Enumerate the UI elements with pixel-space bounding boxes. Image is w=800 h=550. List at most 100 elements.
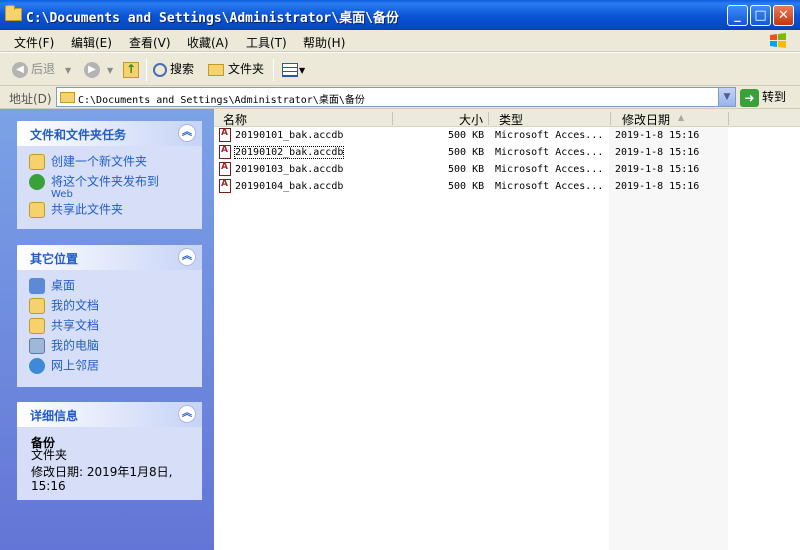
forward-arrow-icon: ▶ bbox=[84, 61, 100, 78]
shared-documents-icon bbox=[29, 318, 45, 334]
place-my-computer[interactable]: 我的电脑 bbox=[29, 338, 99, 354]
file-size: 500 KB bbox=[448, 147, 485, 158]
file-row[interactable]: 20190102_bak.accdb 500 KB Microsoft Acce… bbox=[214, 144, 800, 161]
panel-title: 详细信息 bbox=[30, 409, 79, 423]
my-computer-icon bbox=[29, 338, 45, 354]
panel-header[interactable]: 文件和文件夹任务 ︽ bbox=[17, 121, 202, 146]
access-file-icon bbox=[219, 162, 231, 176]
access-file-icon bbox=[219, 179, 231, 193]
new-folder-icon bbox=[29, 154, 45, 170]
close-button[interactable]: ✕ bbox=[773, 5, 794, 26]
menu-favorites[interactable]: 收藏(A) bbox=[187, 34, 229, 51]
panel-title: 其它位置 bbox=[30, 252, 79, 266]
file-name: 20190102_bak.accdb bbox=[233, 146, 345, 159]
access-file-icon bbox=[219, 145, 231, 159]
share-folder-icon bbox=[29, 202, 45, 218]
go-button[interactable]: ➜ 转到 bbox=[740, 88, 786, 107]
file-modified: 2019-1-8 15:16 bbox=[615, 130, 700, 141]
file-modified: 2019-1-8 15:16 bbox=[615, 147, 700, 158]
menu-bar: 文件(F) 编辑(E) 查看(V) 收藏(A) 工具(T) 帮助(H) bbox=[0, 30, 800, 52]
views-dropdown-icon: ▼ bbox=[299, 66, 306, 75]
up-folder-icon: ↑ bbox=[123, 62, 139, 78]
back-button[interactable]: ◀ 后退 ▼ bbox=[12, 60, 71, 80]
column-name[interactable]: 名称 bbox=[223, 111, 247, 128]
file-row[interactable]: 20190104_bak.accdb 500 KB Microsoft Acce… bbox=[214, 178, 800, 195]
file-list: 名称 大小 类型 修改日期 ▲ 20190101_bak.accdb 500 K… bbox=[214, 109, 800, 550]
go-label: 转到 bbox=[762, 90, 787, 104]
views-button[interactable]: ▼ bbox=[282, 60, 305, 80]
menu-help[interactable]: 帮助(H) bbox=[303, 34, 345, 51]
file-row[interactable]: 20190103_bak.accdb 500 KB Microsoft Acce… bbox=[214, 161, 800, 178]
address-path: C:\Documents and Settings\Administrator\… bbox=[78, 95, 365, 106]
details-panel: 详细信息 ︽ 备份 文件夹 修改日期: 2019年1月8日, 15:16 bbox=[17, 402, 202, 500]
address-dropdown-icon[interactable]: ▼ bbox=[718, 88, 735, 106]
column-size[interactable]: 大小 bbox=[459, 111, 483, 128]
file-size: 500 KB bbox=[448, 130, 485, 141]
file-row[interactable]: 20190101_bak.accdb 500 KB Microsoft Acce… bbox=[214, 127, 800, 144]
column-separator[interactable] bbox=[392, 112, 393, 125]
toolbar: ◀ 后退 ▼ ▶ ▼ ↑ 搜索 文件夹 ▼ bbox=[0, 53, 800, 86]
address-label: 地址(D) bbox=[9, 92, 52, 106]
column-header: 名称 大小 类型 修改日期 ▲ bbox=[214, 109, 800, 127]
maximize-button[interactable]: □ bbox=[750, 5, 771, 26]
column-type[interactable]: 类型 bbox=[499, 111, 523, 128]
panel-title: 文件和文件夹任务 bbox=[30, 128, 127, 142]
place-my-documents[interactable]: 我的文档 bbox=[29, 298, 99, 314]
place-shared-documents[interactable]: 共享文档 bbox=[29, 318, 99, 334]
title-bar[interactable]: C:\Documents and Settings\Administrator\… bbox=[0, 0, 800, 30]
file-type: Microsoft Acces... bbox=[495, 130, 604, 141]
back-arrow-icon: ◀ bbox=[12, 61, 28, 78]
place-network[interactable]: 网上邻居 bbox=[29, 358, 99, 374]
file-modified: 2019-1-8 15:16 bbox=[615, 164, 700, 175]
folders-button[interactable]: 文件夹 bbox=[208, 60, 264, 80]
task-new-folder[interactable]: 创建一个新文件夹 bbox=[29, 154, 147, 170]
sort-ascending-icon: ▲ bbox=[678, 113, 685, 122]
folder-icon bbox=[5, 5, 22, 21]
task-share-folder[interactable]: 共享此文件夹 bbox=[29, 202, 123, 218]
search-icon bbox=[153, 62, 167, 77]
place-desktop[interactable]: 桌面 bbox=[29, 278, 75, 294]
my-documents-icon bbox=[29, 298, 45, 314]
network-places-icon bbox=[29, 358, 45, 374]
back-dropdown-icon[interactable]: ▼ bbox=[65, 66, 71, 75]
folder-icon bbox=[60, 92, 75, 103]
menu-tools[interactable]: 工具(T) bbox=[246, 34, 287, 51]
collapse-icon[interactable]: ︽ bbox=[178, 405, 196, 423]
column-separator[interactable] bbox=[488, 112, 489, 125]
address-input[interactable]: C:\Documents and Settings\Administrator\… bbox=[56, 87, 736, 107]
task-publish-web-line2: Web bbox=[51, 189, 73, 200]
column-separator[interactable] bbox=[728, 112, 729, 125]
other-places-panel: 其它位置 ︽ 桌面 我的文档 共享文档 我的电脑 网上邻居 bbox=[17, 245, 202, 387]
menu-view[interactable]: 查看(V) bbox=[129, 34, 171, 51]
up-folder-button[interactable]: ↑ bbox=[123, 60, 139, 80]
column-modified[interactable]: 修改日期 bbox=[622, 111, 670, 128]
views-icon bbox=[282, 62, 298, 77]
menu-file[interactable]: 文件(F) bbox=[14, 34, 54, 51]
windows-logo-icon bbox=[770, 33, 786, 48]
folders-label: 文件夹 bbox=[228, 62, 265, 76]
file-name: 20190101_bak.accdb bbox=[235, 130, 344, 141]
folders-icon bbox=[208, 63, 224, 76]
column-separator[interactable] bbox=[610, 112, 611, 125]
collapse-icon[interactable]: ︽ bbox=[178, 248, 196, 266]
file-type: Microsoft Acces... bbox=[495, 181, 604, 192]
forward-button[interactable]: ▶ ▼ bbox=[84, 60, 113, 80]
search-button[interactable]: 搜索 bbox=[153, 60, 194, 80]
menu-edit[interactable]: 编辑(E) bbox=[71, 34, 112, 51]
file-modified: 2019-1-8 15:16 bbox=[615, 181, 700, 192]
address-bar: 地址(D) C:\Documents and Settings\Administ… bbox=[0, 86, 800, 109]
publish-web-icon bbox=[29, 174, 45, 190]
minimize-button[interactable]: _ bbox=[727, 5, 748, 26]
file-size: 500 KB bbox=[448, 164, 485, 175]
task-publish-web[interactable]: 将这个文件夹发布到 Web bbox=[29, 174, 159, 200]
collapse-icon[interactable]: ︽ bbox=[178, 124, 196, 142]
forward-dropdown-icon[interactable]: ▼ bbox=[107, 66, 113, 75]
back-label: 后退 bbox=[31, 62, 56, 76]
desktop-icon bbox=[29, 278, 45, 294]
panel-header[interactable]: 详细信息 ︽ bbox=[17, 402, 202, 427]
file-name: 20190104_bak.accdb bbox=[235, 181, 344, 192]
file-size: 500 KB bbox=[448, 181, 485, 192]
window-title: C:\Documents and Settings\Administrator\… bbox=[26, 11, 399, 26]
task-pane: 文件和文件夹任务 ︽ 创建一个新文件夹 将这个文件夹发布到 Web 共享此文件夹… bbox=[0, 109, 214, 550]
panel-header[interactable]: 其它位置 ︽ bbox=[17, 245, 202, 270]
